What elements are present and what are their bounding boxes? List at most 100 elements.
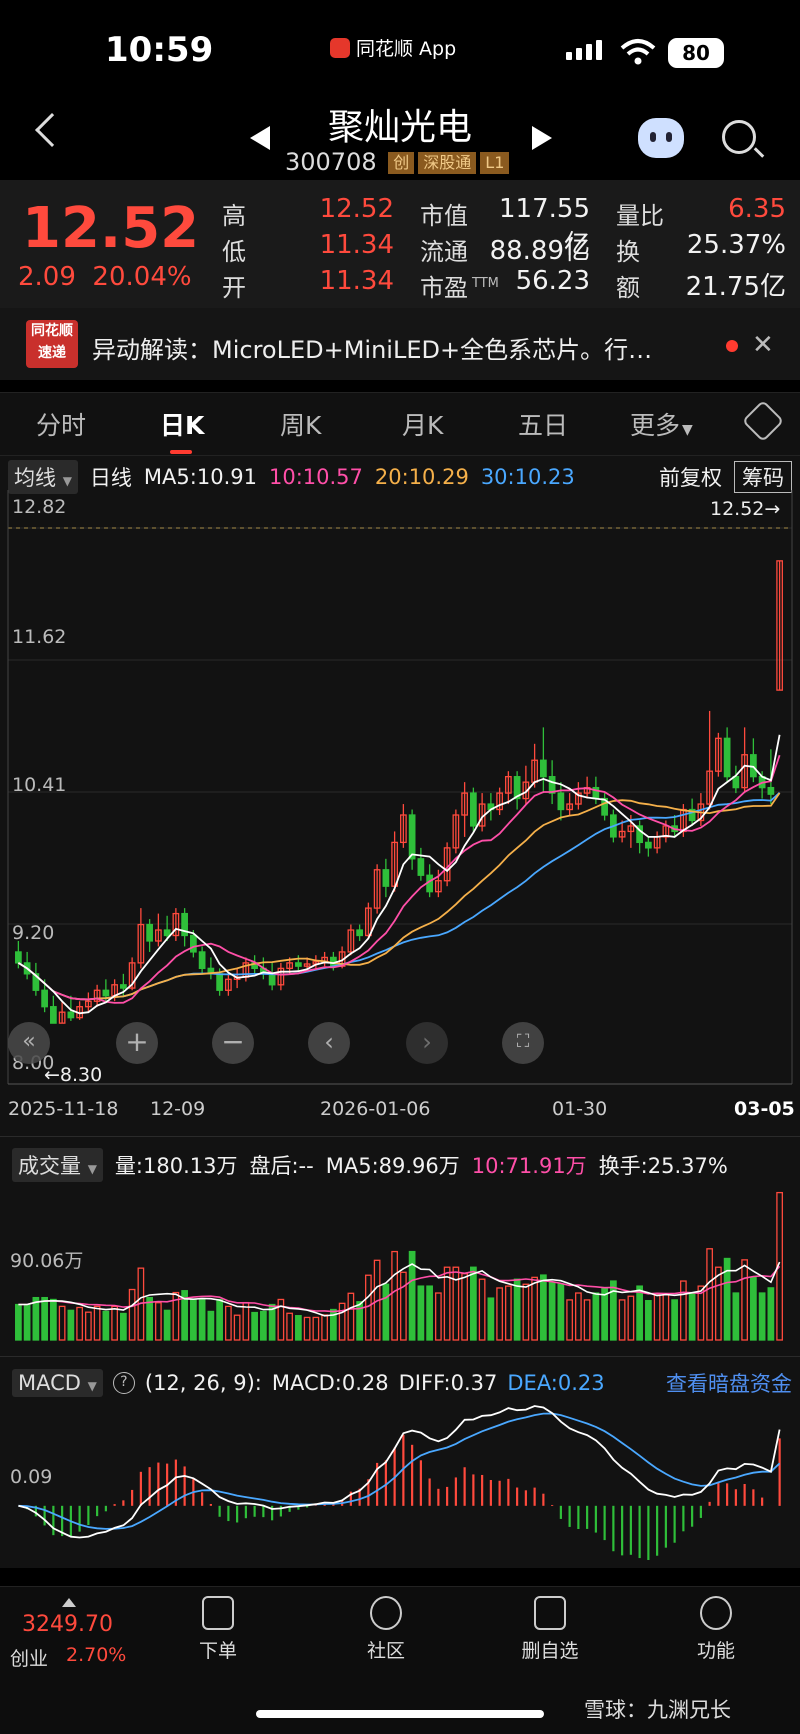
search-icon[interactable] <box>722 120 756 154</box>
scroll-left-icon[interactable]: ‹ <box>308 1022 350 1064</box>
remove-watchlist-button[interactable]: 删自选 <box>510 1596 590 1663</box>
volume-bar <box>295 1315 302 1341</box>
community-label: 社区 <box>366 1640 405 1662</box>
volume-chart[interactable] <box>0 1176 800 1346</box>
watermark: 雪球：九渊兄长 <box>584 1698 731 1722</box>
zoom-in-icon[interactable]: + <box>116 1022 158 1064</box>
candle <box>653 831 661 854</box>
return-to-app-pill[interactable]: 同花顺 App <box>330 34 456 61</box>
fullscreen-icon[interactable]: ⛶ <box>502 1022 544 1064</box>
rewind-icon[interactable]: « <box>8 1022 50 1064</box>
volume-bar <box>207 1310 215 1341</box>
status-time: 10:59 <box>105 30 214 70</box>
home-indicator[interactable] <box>256 1710 544 1718</box>
volume-bar <box>618 1299 626 1341</box>
volume-bar <box>645 1300 652 1341</box>
order-button[interactable]: 下单 <box>178 1596 258 1663</box>
volume-bar <box>85 1311 92 1341</box>
community-button[interactable]: 社区 <box>346 1596 426 1663</box>
candle <box>181 908 188 947</box>
candle <box>732 765 740 794</box>
scroll-right-icon[interactable]: › <box>406 1022 448 1064</box>
diff-value: DIFF:0.37 <box>398 1371 498 1395</box>
macd-value: MACD:0.28 <box>271 1371 389 1395</box>
candle <box>23 951 31 980</box>
volume-bar <box>706 1248 713 1341</box>
candle <box>295 955 302 971</box>
candle <box>566 793 573 816</box>
candle <box>373 864 381 914</box>
candle <box>382 858 390 898</box>
functions-button[interactable]: 功能 <box>676 1596 756 1663</box>
level-tag: L1 <box>480 152 510 174</box>
tab-daily-k[interactable]: 日K <box>160 406 204 442</box>
candle <box>522 765 530 805</box>
volume-bar <box>496 1287 503 1341</box>
open-value: 11.34 <box>319 266 394 296</box>
ai-assistant-icon[interactable] <box>638 118 684 158</box>
amount-label: 额 <box>616 274 640 302</box>
indicator-dropdown[interactable]: 均线 ▼ <box>8 460 78 494</box>
candle <box>505 771 512 805</box>
volume-bar <box>58 1305 66 1341</box>
macd-dropdown[interactable]: MACD ▼ <box>12 1369 103 1397</box>
volume-bar <box>653 1294 661 1341</box>
candle <box>741 727 748 794</box>
volume-bar <box>583 1299 591 1341</box>
date-label-1: 2025-11-18 <box>8 1098 119 1120</box>
volume-bar <box>470 1266 477 1341</box>
stock-code: 300708 <box>285 148 377 176</box>
candle <box>750 738 757 783</box>
macd-chart[interactable] <box>0 1396 800 1566</box>
adjust-mode[interactable]: 前复权 <box>659 462 722 492</box>
candle <box>356 924 363 941</box>
candle <box>645 836 652 857</box>
zoom-out-icon[interactable]: − <box>212 1022 254 1064</box>
next-stock-icon[interactable] <box>532 126 552 150</box>
candle <box>58 1001 66 1024</box>
date-label-3: 2026-01-06 <box>320 1098 431 1120</box>
news-text[interactable]: 异动解读：MicroLED+MiniLED+全色系芯片。行… <box>92 330 652 365</box>
y-label-3: 10.41 <box>12 774 67 796</box>
volume-bar <box>592 1292 600 1341</box>
indicator-dropdown-label: 均线 <box>14 466 56 490</box>
candle <box>268 962 276 991</box>
ma30-value: 30:10.23 <box>480 465 575 489</box>
help-icon[interactable]: ? <box>112 1372 135 1394</box>
volume-bar <box>32 1296 40 1341</box>
volume-bar <box>732 1292 740 1341</box>
date-label-2: 12-09 <box>150 1098 206 1120</box>
prev-stock-icon[interactable] <box>250 126 270 150</box>
chevron-down-icon: ▼ <box>62 474 72 488</box>
tab-more[interactable]: 更多 ▼ <box>630 406 693 442</box>
candlestick-chart[interactable] <box>0 490 800 1090</box>
tab-weekly-k[interactable]: 周K <box>280 406 321 442</box>
date-label-4: 01-30 <box>552 1098 608 1120</box>
volume-bar <box>505 1285 512 1341</box>
remove-watchlist-label: 删自选 <box>521 1640 579 1662</box>
tab-intraday[interactable]: 分时 <box>36 406 86 442</box>
ma5-value: MA5:10.91 <box>143 465 257 489</box>
candle <box>347 924 355 956</box>
unread-dot <box>726 340 738 352</box>
close-icon[interactable]: ✕ <box>752 330 774 360</box>
tab-five-day[interactable]: 五日 <box>518 406 568 442</box>
volume-bar <box>750 1276 757 1341</box>
dark-pool-link[interactable]: 查看暗盘资金 <box>666 1368 792 1398</box>
candle <box>715 732 722 777</box>
turnover-value: 25.37% <box>686 230 786 260</box>
volume-bar <box>303 1316 311 1341</box>
chips-button[interactable]: 筹码 <box>734 461 792 493</box>
candle <box>540 727 547 794</box>
volume-bar <box>531 1276 538 1341</box>
volume-bar <box>15 1303 22 1341</box>
index-value[interactable]: 3249.70 <box>22 1612 113 1637</box>
date-label-5: 03-05 <box>734 1098 795 1120</box>
volume-bar <box>540 1274 547 1341</box>
app-logo-icon <box>330 37 350 58</box>
tab-monthly-k[interactable]: 月K <box>402 406 443 442</box>
candle <box>155 913 162 947</box>
candle <box>408 809 416 870</box>
volume-bar <box>128 1288 136 1341</box>
volume-bar <box>41 1296 48 1341</box>
